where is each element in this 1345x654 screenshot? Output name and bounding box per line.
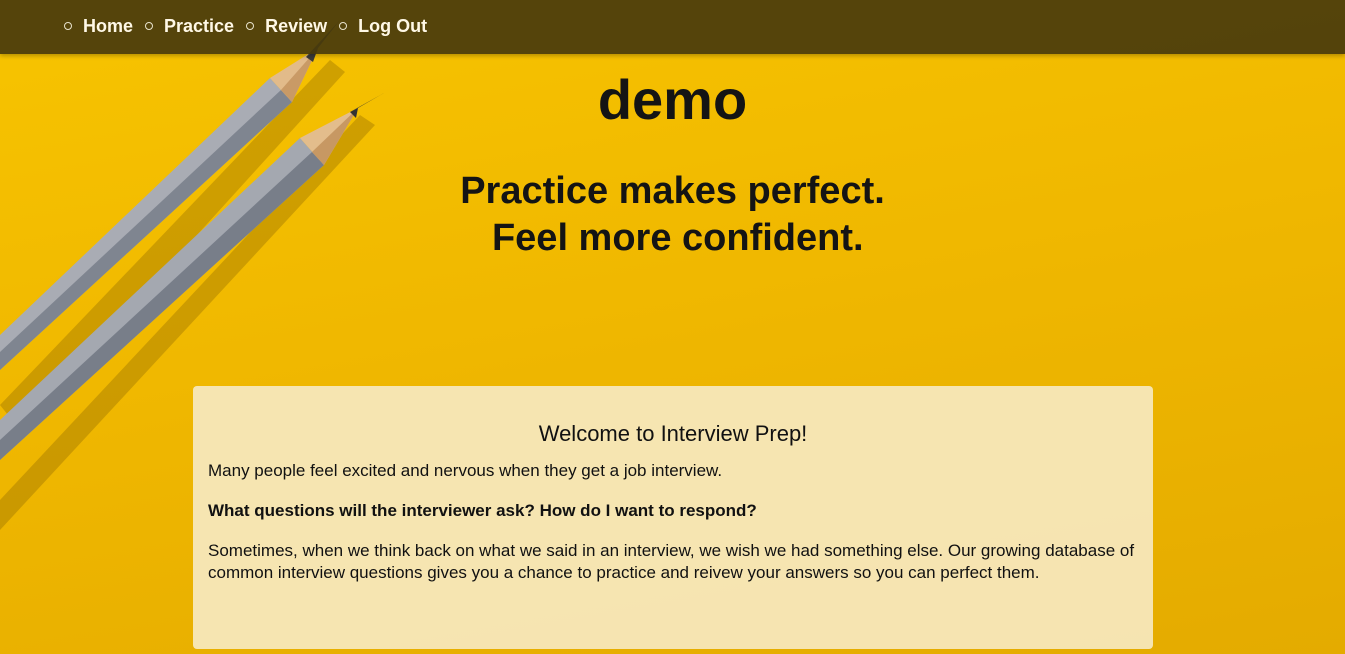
nav-link-home[interactable]: Home	[83, 15, 133, 37]
circle-bullet-icon	[64, 22, 72, 30]
circle-bullet-icon	[339, 22, 348, 30]
welcome-intro-text: Many people feel excited and nervous whe…	[208, 461, 723, 480]
nav-item-review: Review	[246, 15, 327, 37]
tagline-line-1: Practice makes perfect.	[460, 170, 885, 212]
nav-link-review[interactable]: Review	[265, 15, 327, 37]
nav-list: Home Practice Review Log Out	[64, 15, 439, 37]
top-navbar: Home Practice Review Log Out	[0, 0, 1345, 54]
nav-link-practice[interactable]: Practice	[164, 15, 234, 37]
welcome-question-text: What questions will the interviewer ask?…	[208, 501, 757, 520]
welcome-body-text: Sometimes, when we think back on what we…	[208, 541, 1135, 582]
circle-bullet-icon	[246, 22, 255, 30]
nav-link-logout[interactable]: Log Out	[358, 15, 427, 37]
nav-item-home: Home	[64, 15, 133, 37]
hero-tagline: Practice makes perfect. Feel more confid…	[0, 168, 1345, 262]
welcome-card: Welcome to Interview Prep! Many people f…	[193, 386, 1153, 649]
circle-bullet-icon	[145, 22, 154, 30]
nav-item-logout: Log Out	[339, 15, 427, 37]
nav-item-practice: Practice	[145, 15, 234, 37]
site-title: demo	[597, 68, 748, 131]
welcome-heading: Welcome to Interview Prep!	[538, 421, 808, 446]
tagline-line-2: Feel more confident.	[481, 217, 864, 259]
